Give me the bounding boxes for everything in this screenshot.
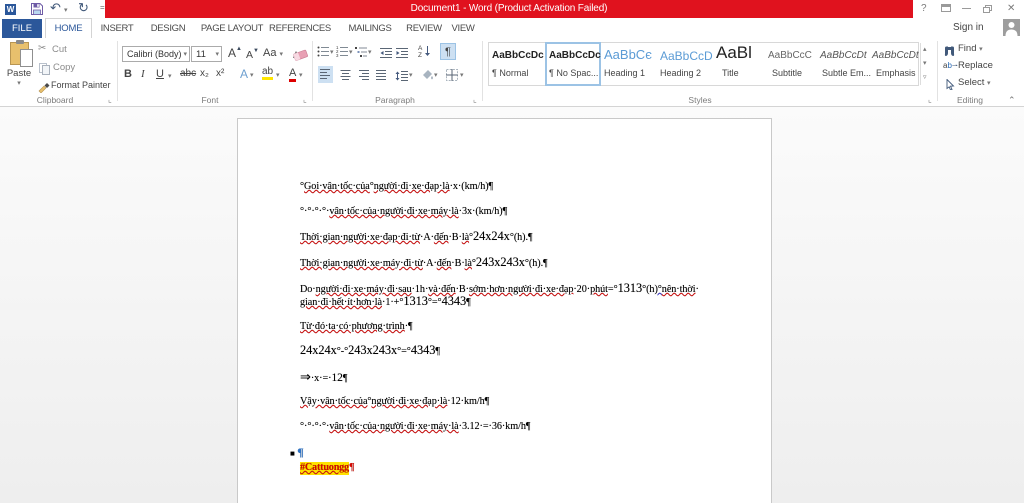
svg-text:3: 3: [336, 53, 339, 58]
svg-text:Z: Z: [418, 52, 422, 57]
svg-text:A: A: [418, 45, 423, 52]
